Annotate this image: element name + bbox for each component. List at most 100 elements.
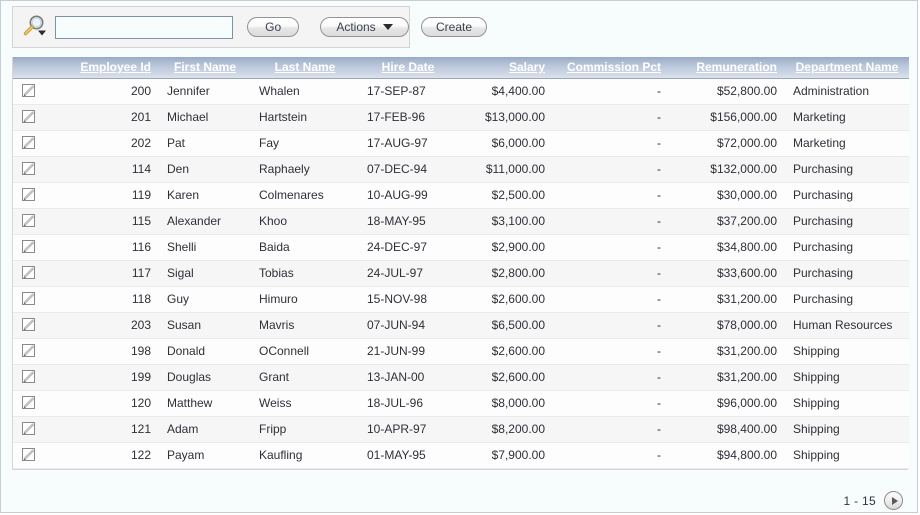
table-row: 198 Donald OConnell 21-JUN-99 $2,600.00- $31,… <box>13 338 909 365</box>
row-edit-cell[interactable] <box>13 416 59 443</box>
cell-hire: 10-AUG-99 <box>359 182 457 209</box>
cell-comm: - <box>553 104 669 131</box>
cell-last: Raphaely <box>251 156 359 183</box>
go-button[interactable]: Go <box>247 17 300 37</box>
cell-remun: $33,600.00 <box>669 260 785 287</box>
edit-pencil-icon[interactable] <box>21 317 37 333</box>
edit-pencil-icon[interactable] <box>21 109 37 125</box>
cell-first: Den <box>159 156 251 183</box>
cell-remun: $156,000.00 <box>669 104 785 131</box>
column-header-last-name[interactable]: Last Name <box>251 57 359 79</box>
search-icon[interactable] <box>19 13 53 41</box>
cell-dept: Purchasing <box>785 156 909 183</box>
row-edit-cell[interactable] <box>13 208 59 235</box>
search-toolbar: Go Actions <box>12 6 410 48</box>
table-body: 200 Jennifer Whalen 17-SEP-87 $4,400.00- $52,… <box>13 78 909 469</box>
row-edit-cell[interactable] <box>13 78 59 105</box>
cell-hire: 17-FEB-96 <box>359 104 457 131</box>
row-edit-cell[interactable] <box>13 312 59 339</box>
row-edit-cell[interactable] <box>13 104 59 131</box>
edit-pencil-icon[interactable] <box>21 187 37 203</box>
cell-hire: 18-JUL-96 <box>359 390 457 417</box>
go-button-label: Go <box>265 20 282 34</box>
row-edit-cell[interactable] <box>13 338 59 365</box>
edit-pencil-icon[interactable] <box>21 369 37 385</box>
edit-pencil-icon[interactable] <box>21 213 37 229</box>
column-header-link[interactable]: Commission Pct <box>567 60 661 74</box>
cell-empid: 201 <box>59 104 159 131</box>
edit-pencil-icon[interactable] <box>21 83 37 99</box>
cell-comm: - <box>553 234 669 261</box>
column-header-link[interactable]: Employee Id <box>80 60 151 74</box>
employees-table: Employee Id First Name Last Name Hire Da… <box>13 57 909 469</box>
edit-pencil-icon[interactable] <box>21 291 37 307</box>
cell-dept: Purchasing <box>785 208 909 235</box>
column-header-department-name[interactable]: Department Name <box>785 57 909 79</box>
cell-sal: $2,500.00 <box>457 182 553 209</box>
cell-remun: $78,000.00 <box>669 312 785 339</box>
chevron-down-icon <box>382 24 393 30</box>
cell-first: Guy <box>159 286 251 313</box>
actions-button[interactable]: Actions <box>320 17 409 37</box>
cell-sal: $2,800.00 <box>457 260 553 287</box>
row-edit-cell[interactable] <box>13 130 59 157</box>
cell-hire: 24-DEC-97 <box>359 234 457 261</box>
cell-last: Whalen <box>251 78 359 105</box>
edit-pencil-icon[interactable] <box>21 265 37 281</box>
column-header-hire-date[interactable]: Hire Date <box>359 57 457 79</box>
cell-dept: Purchasing <box>785 260 909 287</box>
column-header-employee-id[interactable]: Employee Id <box>59 57 159 79</box>
column-header-link[interactable]: First Name <box>174 60 236 74</box>
report-region: Employee Id First Name Last Name Hire Da… <box>12 57 909 470</box>
table-row: 118 Guy Himuro 15-NOV-98 $2,600.00- $31,200.0… <box>13 286 909 313</box>
cell-comm: - <box>553 442 669 469</box>
chevron-right-icon <box>891 496 898 505</box>
cell-remun: $31,200.00 <box>669 338 785 365</box>
column-header-link[interactable]: Remuneration <box>696 60 777 74</box>
column-header-link[interactable]: Last Name <box>275 60 336 74</box>
cell-first: Adam <box>159 416 251 443</box>
cell-dept: Shipping <box>785 442 909 469</box>
column-header-link[interactable]: Salary <box>509 60 545 74</box>
row-edit-cell[interactable] <box>13 156 59 183</box>
cell-comm: - <box>553 364 669 391</box>
edit-pencil-icon[interactable] <box>21 343 37 359</box>
cell-sal: $8,200.00 <box>457 416 553 443</box>
cell-empid: 198 <box>59 338 159 365</box>
row-edit-cell[interactable] <box>13 364 59 391</box>
row-edit-cell[interactable] <box>13 234 59 261</box>
edit-pencil-icon[interactable] <box>21 135 37 151</box>
edit-pencil-icon[interactable] <box>21 239 37 255</box>
cell-comm: - <box>553 130 669 157</box>
cell-first: Karen <box>159 182 251 209</box>
row-edit-cell[interactable] <box>13 182 59 209</box>
row-edit-cell[interactable] <box>13 390 59 417</box>
cell-dept: Shipping <box>785 364 909 391</box>
cell-hire: 17-AUG-97 <box>359 130 457 157</box>
cell-empid: 114 <box>59 156 159 183</box>
search-input[interactable] <box>55 15 234 39</box>
application-window: Go Actions Create Employee Id First Name… <box>0 0 918 513</box>
cell-empid: 120 <box>59 390 159 417</box>
column-header-first-name[interactable]: First Name <box>159 57 251 79</box>
next-page-button[interactable] <box>884 491 903 510</box>
table-header: Employee Id First Name Last Name Hire Da… <box>13 57 909 79</box>
column-header-link[interactable]: Department Name <box>796 60 899 74</box>
cell-empid: 203 <box>59 312 159 339</box>
row-edit-cell[interactable] <box>13 286 59 313</box>
row-edit-cell[interactable] <box>13 442 59 469</box>
cell-sal: $2,600.00 <box>457 364 553 391</box>
create-button[interactable]: Create <box>421 17 487 37</box>
cell-dept: Shipping <box>785 338 909 365</box>
edit-pencil-icon[interactable] <box>21 161 37 177</box>
column-header-remuneration[interactable]: Remuneration <box>669 57 785 79</box>
cell-remun: $96,000.00 <box>669 390 785 417</box>
cell-empid: 115 <box>59 208 159 235</box>
edit-pencil-icon[interactable] <box>21 395 37 411</box>
column-header-link[interactable]: Hire Date <box>382 60 435 74</box>
edit-pencil-icon[interactable] <box>21 447 37 463</box>
edit-pencil-icon[interactable] <box>21 421 37 437</box>
column-header-commission-pct[interactable]: Commission Pct <box>553 57 669 79</box>
row-edit-cell[interactable] <box>13 260 59 287</box>
column-header-salary[interactable]: Salary <box>457 57 553 79</box>
